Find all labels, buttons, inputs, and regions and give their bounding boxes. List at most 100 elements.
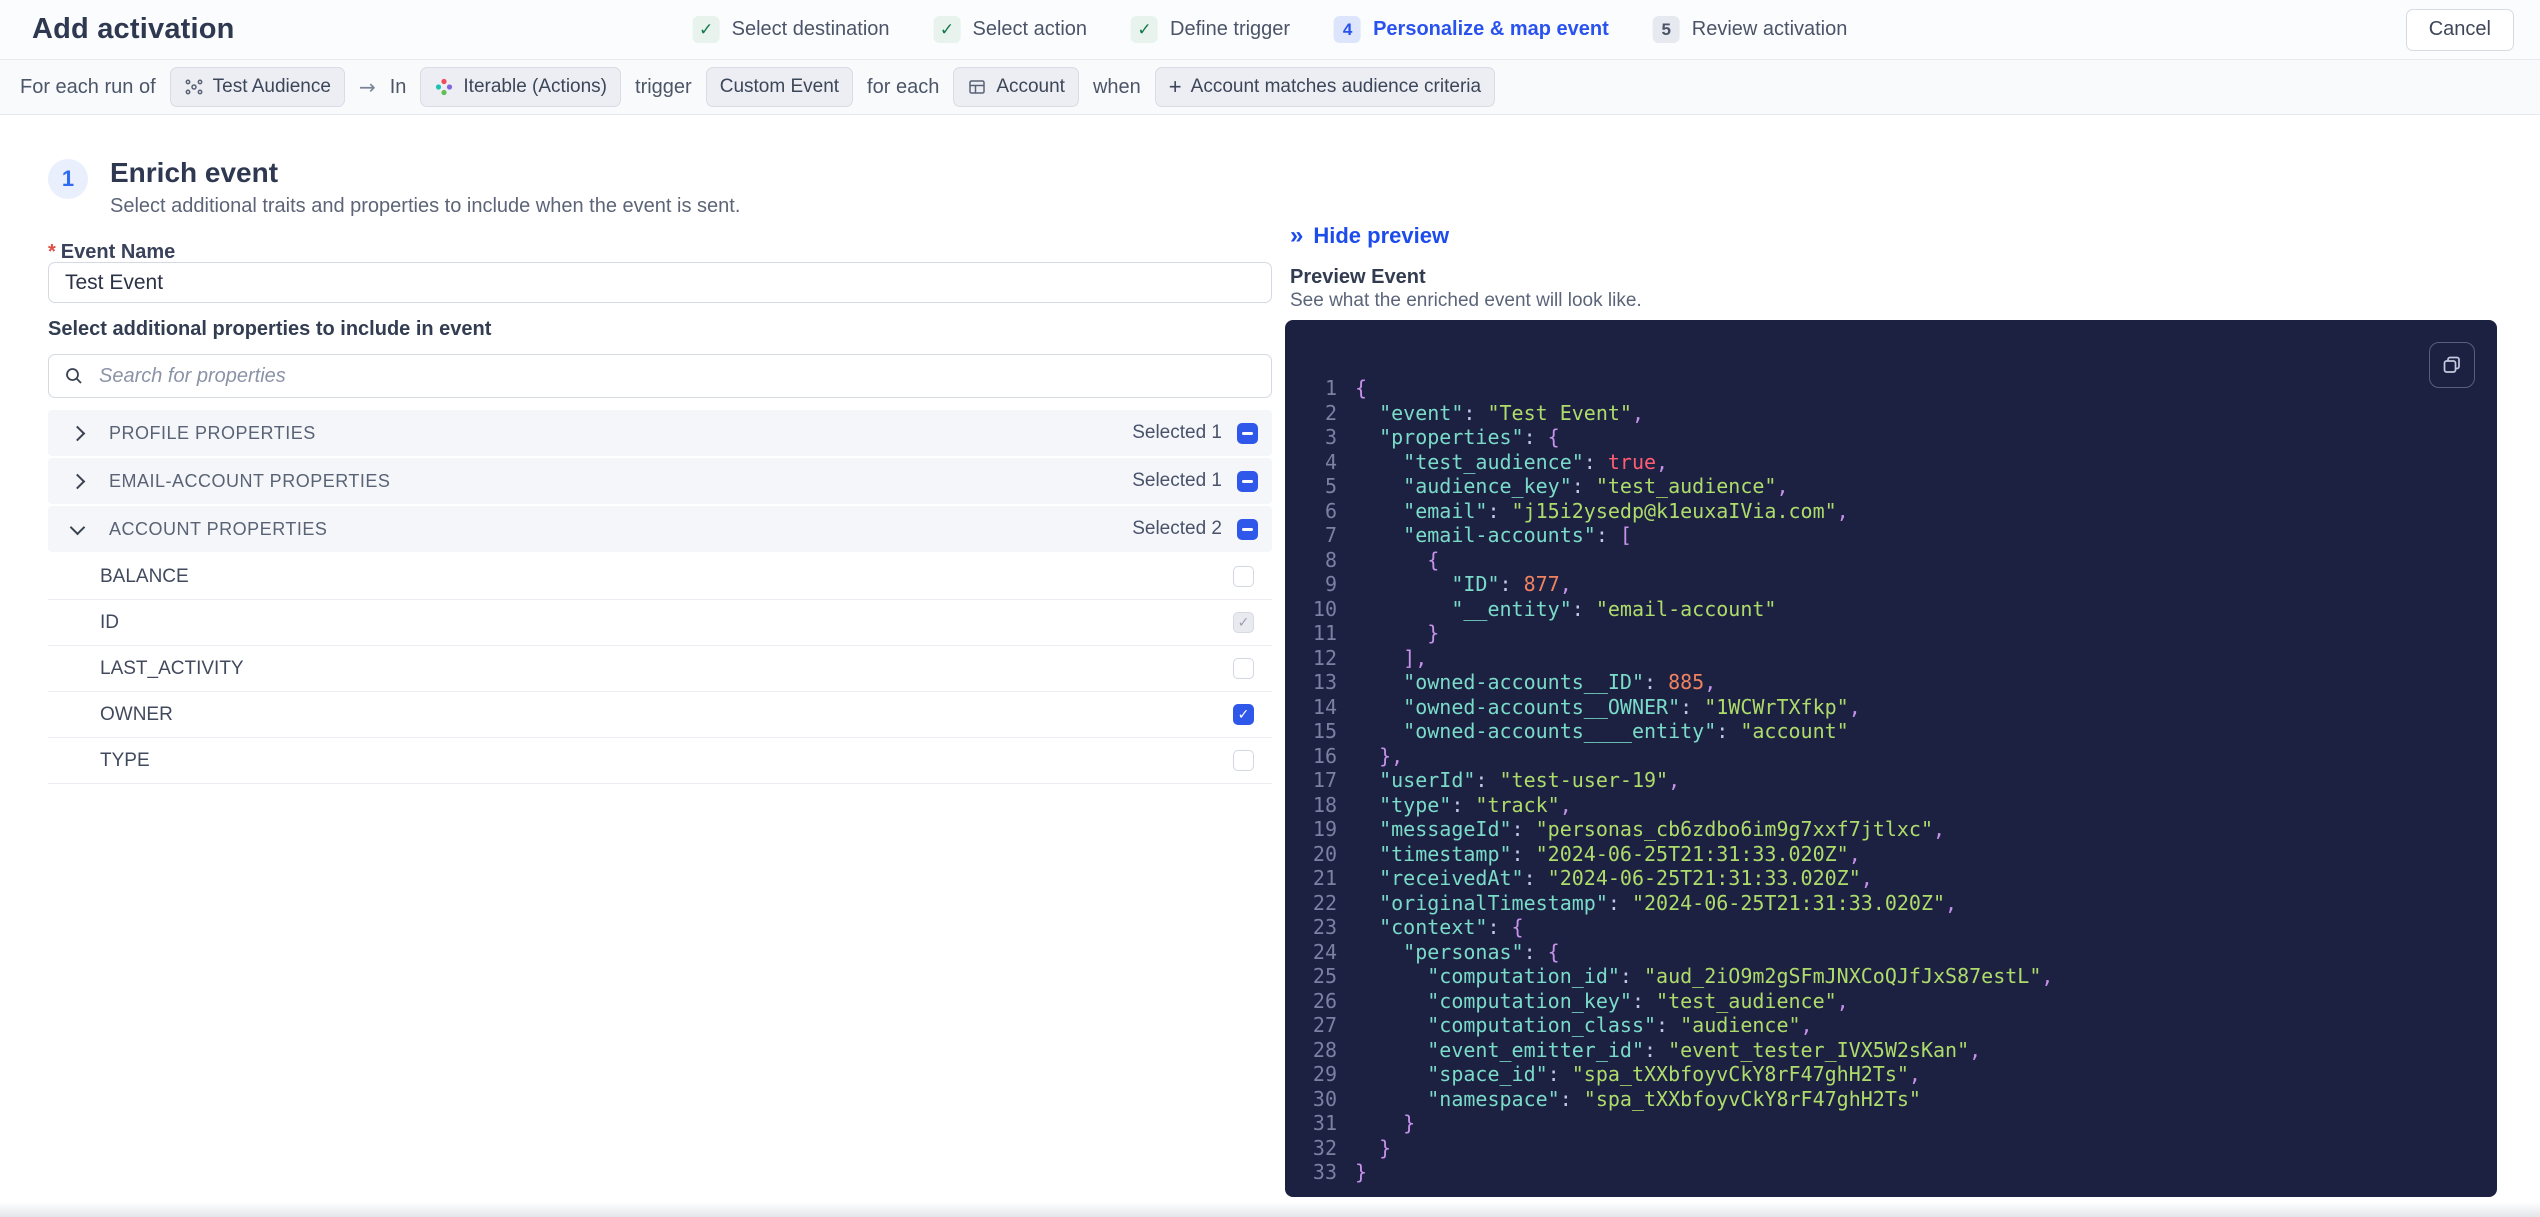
code-text: "owned-accounts__ID": 885, <box>1355 670 1717 694</box>
property-checkbox[interactable] <box>1233 658 1254 679</box>
code-text: "__entity": "email-account" <box>1355 596 1777 621</box>
property-label: BALANCE <box>100 565 189 587</box>
code-line: 13 "owned-accounts__ID": 885, <box>1307 670 2473 695</box>
code-line: 27 "computation_class": "audience", <box>1307 1013 2473 1038</box>
code-text: "audience_key": "test_audience", <box>1355 474 1789 498</box>
property-checkbox[interactable] <box>1233 750 1254 771</box>
group-header-account-properties[interactable]: ACCOUNT PROPERTIES Selected 2 <box>48 506 1272 552</box>
line-number: 7 <box>1324 523 1337 547</box>
table-icon <box>969 80 986 94</box>
chevron-down-icon <box>69 519 86 535</box>
code-text: }, <box>1355 743 1404 768</box>
property-row-owner[interactable]: OWNER <box>48 692 1272 738</box>
code-text: "space_id": "spa_tXXbfoyvCkY8rF47ghH2Ts"… <box>1355 1062 1921 1086</box>
code-text: { <box>1355 376 1368 400</box>
bottom-shadow <box>0 1202 2540 1217</box>
code-text: } <box>1355 621 1440 645</box>
audience-icon <box>185 79 203 95</box>
audience-chip[interactable]: Test Audience <box>169 67 345 107</box>
code-line: 14 "owned-accounts__OWNER": "1WCWrTXfkp"… <box>1307 695 2473 720</box>
code-line: 15 "owned-accounts____entity": "account" <box>1307 719 2473 744</box>
group-header-right: Selected 1 <box>1132 422 1258 444</box>
selected-count: Selected 1 <box>1132 470 1222 491</box>
code-text: "event_emitter_id": "event_tester_IVX5W2… <box>1355 1037 1982 1062</box>
group-header-profile-properties[interactable]: PROFILE PROPERTIES Selected 1 <box>48 410 1272 456</box>
selected-count: Selected 2 <box>1132 518 1222 539</box>
step-select-destination[interactable]: ✓ Select destination <box>692 16 890 43</box>
code-line: 30 "namespace": "spa_tXXbfoyvCkY8rF47ghH… <box>1307 1087 2473 1112</box>
property-checkbox[interactable] <box>1233 612 1254 633</box>
code-line: 28 "event_emitter_id": "event_tester_IVX… <box>1307 1038 2473 1063</box>
enrich-step-header: 1 Enrich event Select additional traits … <box>48 157 740 218</box>
property-row-balance[interactable]: BALANCE <box>48 554 1272 600</box>
group-header-email-account-properties[interactable]: EMAIL-ACCOUNT PROPERTIES Selected 1 <box>48 458 1272 504</box>
property-search-input[interactable] <box>97 363 1256 389</box>
property-row-type[interactable]: TYPE <box>48 738 1272 784</box>
hide-preview-link[interactable]: » Hide preview <box>1290 223 1449 249</box>
line-number: 15 <box>1312 719 1337 743</box>
property-rows: BALANCE ID LAST_ACTIVITY OWNER TYPE <box>48 554 1272 784</box>
step-select-action[interactable]: ✓ Select action <box>933 16 1087 43</box>
group-header-right: Selected 2 <box>1132 518 1258 540</box>
code-line: 29 "space_id": "spa_tXXbfoyvCkY8rF47ghH2… <box>1307 1062 2473 1087</box>
group-checkbox[interactable] <box>1237 518 1258 540</box>
property-groups: PROFILE PROPERTIES Selected 1 EMAIL-ACCOUN… <box>48 410 1272 784</box>
event-chip[interactable]: Custom Event <box>705 67 854 107</box>
property-checkbox[interactable] <box>1233 704 1254 725</box>
code-line: 32 } <box>1307 1136 2473 1161</box>
destination-chip[interactable]: Iterable (Actions) <box>420 67 622 107</box>
line-number: 4 <box>1324 449 1337 474</box>
line-number: 11 <box>1312 621 1337 645</box>
code-line: 20 "timestamp": "2024-06-25T21:31:33.020… <box>1307 842 2473 867</box>
code-text: { <box>1355 547 1440 572</box>
code-text: "computation_key": "test_audience", <box>1355 988 1849 1013</box>
line-number: 13 <box>1312 670 1337 694</box>
search-icon <box>66 368 82 384</box>
step-review-activation[interactable]: 5 Review activation <box>1652 16 1848 43</box>
property-label: LAST_ACTIVITY <box>100 657 244 679</box>
code-text: "receivedAt": "2024-06-25T21:31:33.020Z"… <box>1355 866 1873 890</box>
group-label: PROFILE PROPERTIES <box>109 422 316 443</box>
enrich-description: Select additional traits and properties … <box>110 195 741 217</box>
code-line: 11 } <box>1307 621 2473 646</box>
step-define-trigger[interactable]: ✓ Define trigger <box>1131 16 1290 43</box>
property-row-last-activity[interactable]: LAST_ACTIVITY <box>48 646 1272 692</box>
code-line: 5 "audience_key": "test_audience", <box>1307 474 2473 499</box>
copy-button[interactable] <box>2429 342 2475 388</box>
step-label: Review activation <box>1691 18 1848 40</box>
line-number: 33 <box>1312 1160 1337 1184</box>
line-number: 5 <box>1324 474 1337 498</box>
code-text: "namespace": "spa_tXXbfoyvCkY8rF47ghH2Ts… <box>1355 1086 1921 1111</box>
iterable-logo-icon <box>436 78 453 96</box>
code-text: "personas": { <box>1355 939 1560 964</box>
trigger-prefix-text: For each run of <box>20 75 156 98</box>
line-number: 27 <box>1312 1013 1337 1037</box>
event-name-input[interactable] <box>48 262 1272 303</box>
code-line: 33} <box>1307 1160 2473 1185</box>
event-preview-code-block: 1{2 "event": "Test Event", 3 "properties"… <box>1285 320 2497 1197</box>
property-row-id[interactable]: ID <box>48 600 1272 646</box>
entity-chip[interactable]: Account <box>953 67 1079 107</box>
group-checkbox[interactable] <box>1237 470 1258 492</box>
property-label: OWNER <box>100 703 173 725</box>
line-number: 31 <box>1312 1111 1337 1135</box>
chevron-right-icon <box>69 473 86 489</box>
code-text: } <box>1355 1160 1368 1184</box>
group-header-right: Selected 1 <box>1132 470 1258 492</box>
cancel-button[interactable]: Cancel <box>2405 8 2514 51</box>
step-label: Personalize & map event <box>1373 18 1609 40</box>
page-title: Add activation <box>32 13 235 45</box>
code-line: 2 "event": "Test Event", <box>1307 401 2473 426</box>
code-line: 31 } <box>1307 1111 2473 1136</box>
property-checkbox[interactable] <box>1233 566 1254 587</box>
line-number: 8 <box>1324 547 1337 572</box>
line-number: 19 <box>1312 817 1337 841</box>
code-line: 24 "personas": { <box>1307 940 2473 965</box>
audience-chip-label: Test Audience <box>212 76 331 97</box>
group-checkbox[interactable] <box>1237 422 1258 444</box>
condition-chip[interactable]: + Account matches audience criteria <box>1154 67 1496 107</box>
step-personalize-map-event[interactable]: 4 Personalize & map event <box>1334 16 1609 43</box>
double-chevron-right-icon: » <box>1290 222 1304 249</box>
code-line: 25 "computation_id": "aud_2iO9m2gSFmJNXC… <box>1307 964 2473 989</box>
line-number: 16 <box>1312 743 1337 768</box>
